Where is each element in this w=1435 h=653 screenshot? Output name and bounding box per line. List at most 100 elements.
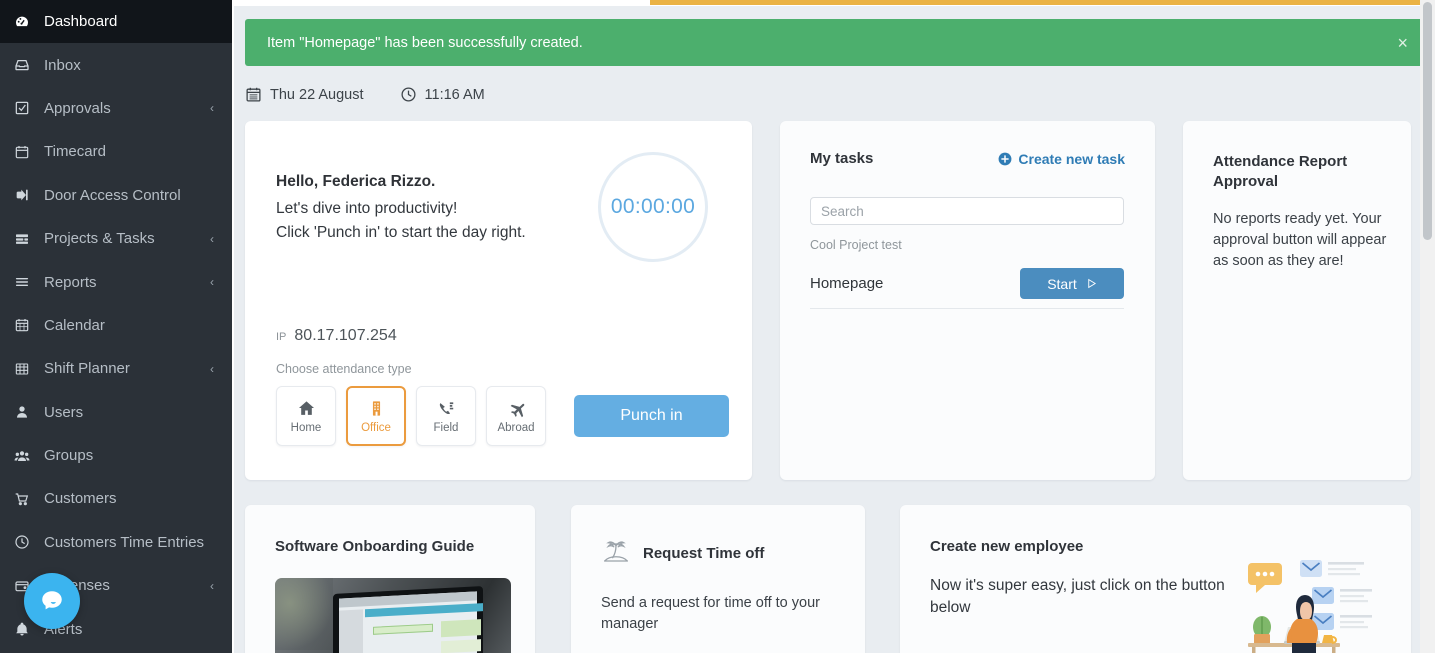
- attendance-type-office[interactable]: Office: [346, 386, 406, 446]
- task-project-label: Cool Project test: [810, 238, 902, 252]
- create-new-employee-card: Create new employee Now it's super easy,…: [900, 505, 1411, 653]
- timeoff-header: Request Time off: [601, 538, 764, 568]
- time-group: 11:16 AM: [400, 86, 485, 103]
- building-icon: [367, 399, 386, 418]
- sidebar-item-timecard[interactable]: Timecard: [0, 130, 232, 173]
- play-icon: [1086, 278, 1097, 289]
- attendance-type-home[interactable]: Home: [276, 386, 336, 446]
- start-task-button[interactable]: Start: [1020, 268, 1124, 299]
- greeting-line-1: Let's dive into productivity!: [276, 200, 458, 217]
- request-time-off-card: Request Time off Send a request for time…: [571, 505, 865, 653]
- chevron-left-icon[interactable]: ‹: [210, 232, 214, 246]
- check-square-icon: [14, 100, 44, 116]
- attendance-type-group: Home Office Field Abroad Punch in: [276, 386, 729, 446]
- thumbnail-row-2: [441, 619, 481, 638]
- sidebar-item-customers[interactable]: Customers: [0, 477, 232, 520]
- phone-volume-icon: [437, 399, 456, 418]
- app-root: Dashboard Inbox Approvals ‹ Timecard Door Acc…: [0, 0, 1435, 653]
- calendar-grid-icon: [14, 317, 44, 333]
- chevron-left-icon[interactable]: ‹: [210, 101, 214, 115]
- thumbnail-screen: [333, 586, 483, 653]
- ip-value: 80.17.107.254: [294, 327, 397, 344]
- chevron-left-icon[interactable]: ‹: [210, 362, 214, 376]
- list-alt-icon: [14, 231, 44, 247]
- calendar-icon: [245, 86, 262, 103]
- sidebar-item-calendar[interactable]: Calendar: [0, 304, 232, 347]
- sidebar-item-projects-tasks[interactable]: Projects & Tasks ‹: [0, 217, 232, 260]
- alert-message: Item "Homepage" has been successfully cr…: [267, 34, 583, 51]
- attendance-type-label: Abroad: [497, 421, 535, 434]
- greeting-text: Hello, Federica Rizzo. Let's dive into p…: [276, 173, 526, 245]
- sidebar-item-label: Dashboard: [44, 13, 118, 31]
- attendance-type-abroad[interactable]: Abroad: [486, 386, 546, 446]
- user-icon: [14, 404, 44, 420]
- sidebar-edge: [232, 0, 234, 653]
- sidebar-item-label: Customers: [44, 490, 117, 508]
- task-row: Homepage Start: [810, 259, 1124, 309]
- datetime-bar: Thu 22 August 11:16 AM: [245, 86, 485, 103]
- employee-title: Create new employee: [930, 538, 1084, 555]
- sidebar-item-door-access-control[interactable]: Door Access Control: [0, 174, 232, 217]
- sidebar-item-users[interactable]: Users: [0, 391, 232, 434]
- clock-icon: [400, 86, 417, 103]
- close-icon[interactable]: ×: [1397, 34, 1408, 52]
- sidebar-item-groups[interactable]: Groups: [0, 434, 232, 477]
- sidebar-item-reports[interactable]: Reports ‹: [0, 260, 232, 303]
- sidebar-item-label: Alerts: [44, 620, 83, 638]
- main-content: Item "Homepage" has been successfully cr…: [232, 0, 1435, 653]
- tasks-title: My tasks: [810, 150, 874, 167]
- chat-bubble-icon: [39, 588, 65, 614]
- sidebar-item-label: Inbox: [44, 56, 81, 74]
- timeoff-body: Send a request for time off to your mana…: [601, 595, 820, 633]
- plus-circle-icon: [998, 152, 1012, 166]
- calendar-icon: [14, 144, 44, 160]
- bars-icon: [14, 274, 44, 290]
- onboarding-video-thumbnail[interactable]: Admin Quick: [275, 578, 511, 653]
- sidebar-item-dashboard[interactable]: Dashboard: [0, 0, 232, 44]
- sidebar-item-label: Timecard: [44, 143, 106, 161]
- sidebar: Dashboard Inbox Approvals ‹ Timecard Door Acc…: [0, 0, 232, 653]
- scrollbar-thumb[interactable]: [1423, 2, 1432, 240]
- ip-address: IP 80.17.107.254: [276, 327, 397, 345]
- table-icon: [14, 361, 44, 377]
- onboarding-title: Software Onboarding Guide: [275, 538, 475, 555]
- approval-title: Attendance Report Approval: [1213, 153, 1348, 190]
- woman-at-desk-illustration: [1240, 555, 1395, 653]
- chevron-left-icon[interactable]: ‹: [210, 275, 214, 289]
- dashboard-icon: [14, 14, 44, 30]
- sidebar-item-inbox[interactable]: Inbox: [0, 43, 232, 86]
- greeting-line-2: Click 'Punch in' to start the day right.: [276, 224, 526, 242]
- create-new-task-button[interactable]: Create new task: [998, 151, 1125, 167]
- my-tasks-card: My tasks Create new task Cool Project te…: [780, 121, 1155, 480]
- greeting-hello: Hello, Federica Rizzo.: [276, 173, 436, 190]
- shopping-cart-icon: [14, 491, 44, 507]
- sidebar-item-label: Users: [44, 403, 84, 421]
- sidebar-item-approvals[interactable]: Approvals ‹: [0, 87, 232, 130]
- sidebar-item-shift-planner[interactable]: Shift Planner ‹: [0, 347, 232, 390]
- create-new-task-label: Create new task: [1018, 150, 1125, 167]
- attendance-type-label: Home: [290, 421, 322, 434]
- ip-label: IP: [276, 331, 287, 343]
- punch-in-button[interactable]: Punch in: [574, 395, 729, 437]
- search-input[interactable]: [810, 197, 1124, 225]
- thumbnail-sidebar: [339, 609, 363, 653]
- sidebar-item-label: Approvals: [44, 99, 111, 117]
- thumbnail-row-3: [441, 639, 481, 653]
- attendance-type-label: Field: [433, 421, 459, 434]
- attendance-type-field[interactable]: Field: [416, 386, 476, 446]
- current-date: Thu 22 August: [270, 86, 364, 103]
- software-onboarding-card: Software Onboarding Guide Admin Quick: [245, 505, 535, 653]
- timeoff-title: Request Time off: [643, 544, 765, 562]
- sidebar-item-customers-time-entries[interactable]: Customers Time Entries: [0, 521, 232, 564]
- thumbnail-plant: [275, 578, 333, 650]
- start-task-label: Start: [1047, 275, 1077, 292]
- approval-body: No reports ready yet. Your approval butt…: [1213, 211, 1387, 270]
- chevron-left-icon[interactable]: ‹: [210, 579, 214, 593]
- page-scrollbar[interactable]: [1420, 0, 1435, 653]
- clock-icon: [14, 534, 44, 550]
- plane-icon: [507, 399, 526, 418]
- users-icon: [14, 448, 44, 464]
- thumbnail-row-1: [373, 623, 433, 635]
- chat-widget-button[interactable]: [24, 573, 80, 629]
- date-group: Thu 22 August: [245, 86, 364, 103]
